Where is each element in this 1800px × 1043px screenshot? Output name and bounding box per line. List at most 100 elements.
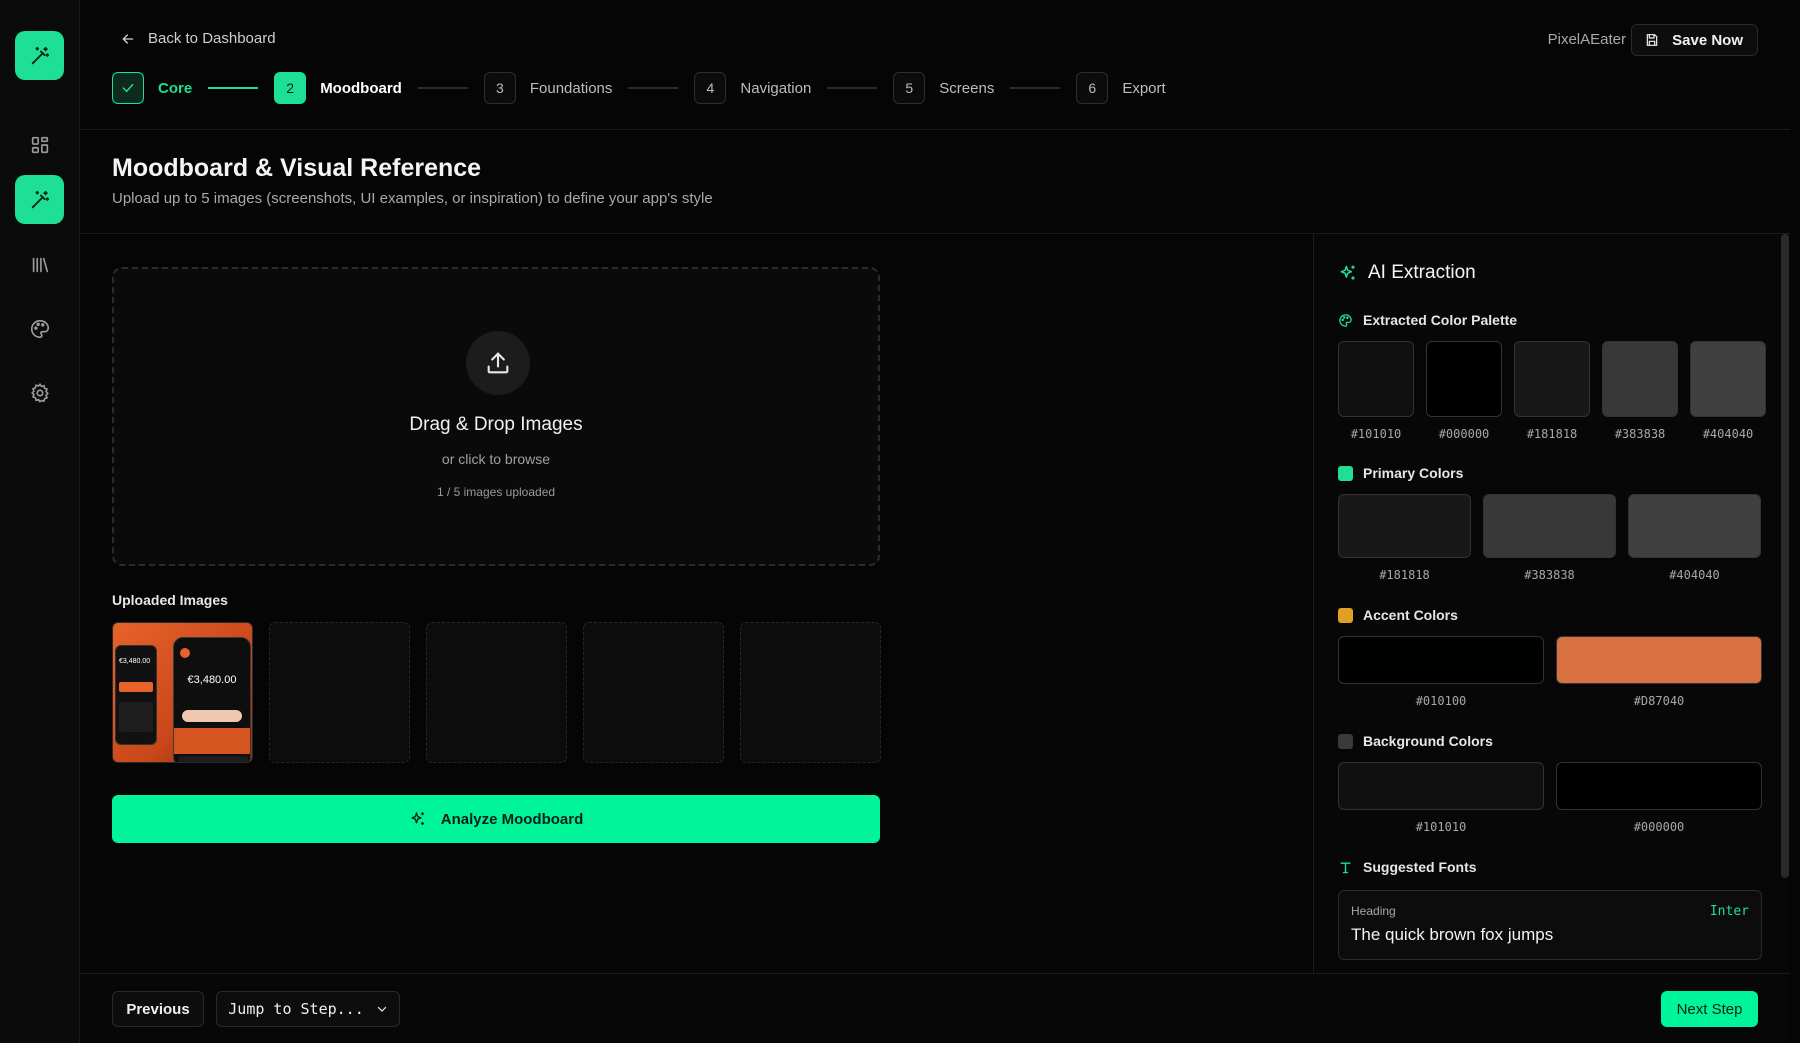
palette-icon (1339, 313, 1352, 327)
sidebar-item-library[interactable] (15, 240, 64, 289)
phone-balance: €3,480.00 (187, 674, 237, 686)
dropzone-subtitle: or click to browse (441, 451, 551, 467)
sidebar-item-dashboard[interactable] (15, 120, 64, 169)
sparkles-icon (411, 812, 424, 825)
phone-balance: €3,480.00 (119, 658, 151, 665)
swatch-hex: #101010 (1350, 427, 1402, 441)
library-icon (32, 257, 48, 272)
swatch-chip (1338, 341, 1414, 417)
swatch-chip (1628, 494, 1761, 558)
uploaded-images: €3,480.00 €3,480.00 (112, 622, 881, 763)
back-to-dashboard-link[interactable]: Back to Dashboard (120, 30, 276, 47)
upload-icon-wrap (466, 331, 530, 395)
swatch-chip (1483, 494, 1616, 558)
back-label: Back to Dashboard (148, 30, 276, 47)
swatch-hex: #101010 (1415, 820, 1467, 834)
step-moodboard[interactable]: 2 Moodboard (274, 72, 402, 104)
step-connector (628, 87, 679, 89)
step-foundations[interactable]: 3 Foundations (483, 72, 612, 104)
step-export[interactable]: 6 Export (1076, 72, 1166, 104)
step-number: 5 (893, 72, 926, 104)
section-label: Primary Colors (1363, 465, 1464, 481)
color-swatch[interactable]: #404040 (1690, 341, 1766, 441)
empty-image-slot[interactable] (426, 622, 567, 763)
swatch-chip (1338, 494, 1471, 558)
save-label: Save Now (1672, 31, 1743, 49)
phone-mockup-left: €3,480.00 (115, 645, 157, 745)
swatch-hex: #000000 (1633, 820, 1685, 834)
extracted-palette-title: Extracted Color Palette (1338, 312, 1517, 328)
color-swatch[interactable]: #383838 (1602, 341, 1678, 441)
step-label: Navigation (740, 79, 812, 97)
panel-title: AI Extraction (1338, 262, 1476, 284)
step-navigation[interactable]: 4 Navigation (694, 72, 811, 104)
color-swatch[interactable]: #383838 (1483, 494, 1616, 582)
empty-image-slot[interactable] (583, 622, 724, 763)
sidebar-item-themes[interactable] (15, 304, 64, 353)
swatch-chip (1338, 636, 1544, 684)
color-swatch[interactable]: #181818 (1338, 494, 1471, 582)
uploaded-image-thumbnail[interactable]: €3,480.00 €3,480.00 (112, 622, 253, 763)
swatch-hex: #181818 (1379, 568, 1430, 582)
primary-colors: #181818 #383838 #404040 (1338, 494, 1761, 582)
app-logo[interactable] (15, 31, 64, 80)
swatch-chip (1556, 762, 1762, 810)
step-core[interactable]: Core (112, 72, 192, 104)
sidebar-item-settings[interactable] (15, 368, 64, 417)
sidebar (0, 0, 80, 1043)
save-icon (1646, 34, 1658, 46)
magic-wand-icon (31, 190, 49, 208)
text-icon (1340, 861, 1351, 873)
jump-label: Jump to Step... (228, 1000, 364, 1018)
empty-image-slot[interactable] (269, 622, 410, 763)
swatch-hex: #010100 (1415, 694, 1467, 708)
page-header: Moodboard & Visual Reference Upload up t… (80, 130, 1790, 234)
font-sample: The quick brown fox jumps (1351, 925, 1554, 944)
swatch-hex: #404040 (1702, 427, 1754, 441)
swatch-chip (1556, 636, 1762, 684)
step-connector (417, 87, 468, 89)
font-suggestion-card[interactable]: Heading Inter The quick brown fox jumps (1338, 890, 1762, 960)
username: PixelAEater (1547, 31, 1626, 48)
panel-scrollbar[interactable] (1781, 234, 1789, 878)
color-swatch[interactable]: #010100 (1338, 636, 1544, 708)
step-number: 4 (694, 72, 727, 104)
color-swatch[interactable]: #D87040 (1556, 636, 1762, 708)
phone-card (119, 682, 153, 692)
sidebar-item-wizard[interactable] (15, 175, 64, 224)
phone-bottom (178, 756, 248, 762)
step-number: 3 (483, 72, 516, 104)
ai-extraction-panel: AI Extraction Extracted Color Palette #1… (1313, 234, 1788, 973)
swatch-chip (1338, 762, 1544, 810)
phone-contacts (182, 710, 242, 722)
save-now-button[interactable]: Save Now (1631, 24, 1758, 56)
step-label: Moodboard (320, 79, 402, 97)
suggested-fonts-title: Suggested Fonts (1338, 859, 1477, 875)
background-colors: #101010 #000000 (1338, 762, 1762, 834)
jump-to-step-select[interactable]: Jump to Step... (216, 991, 400, 1027)
panel-title-text: AI Extraction (1368, 262, 1476, 283)
sparkles-icon (1340, 265, 1355, 280)
swatch-hex: #383838 (1614, 427, 1666, 441)
header: Back to Dashboard PixelAEater Save Now C… (80, 0, 1790, 130)
step-connector (827, 87, 878, 89)
section-label: Extracted Color Palette (1363, 312, 1518, 328)
image-dropzone[interactable]: Drag & Drop Images or click to browse 1 … (112, 267, 880, 566)
phone-mockup-right: €3,480.00 (173, 637, 251, 762)
step-label: Core (158, 79, 193, 97)
color-swatch[interactable]: #404040 (1628, 494, 1761, 582)
next-step-button[interactable]: Next Step (1661, 991, 1758, 1027)
previous-button[interactable]: Previous (112, 991, 204, 1027)
color-swatch[interactable]: #101010 (1338, 341, 1414, 441)
color-swatch[interactable]: #101010 (1338, 762, 1544, 834)
font-role: Heading (1351, 904, 1396, 918)
step-screens[interactable]: 5 Screens (893, 72, 994, 104)
analyze-moodboard-button[interactable]: Analyze Moodboard (112, 795, 880, 843)
accent-marker (1338, 607, 1353, 623)
primary-marker (1338, 465, 1353, 481)
color-swatch[interactable]: #000000 (1556, 762, 1762, 834)
swatch-hex: #383838 (1524, 568, 1575, 582)
empty-image-slot[interactable] (740, 622, 881, 763)
color-swatch[interactable]: #181818 (1514, 341, 1590, 441)
color-swatch[interactable]: #000000 (1426, 341, 1502, 441)
